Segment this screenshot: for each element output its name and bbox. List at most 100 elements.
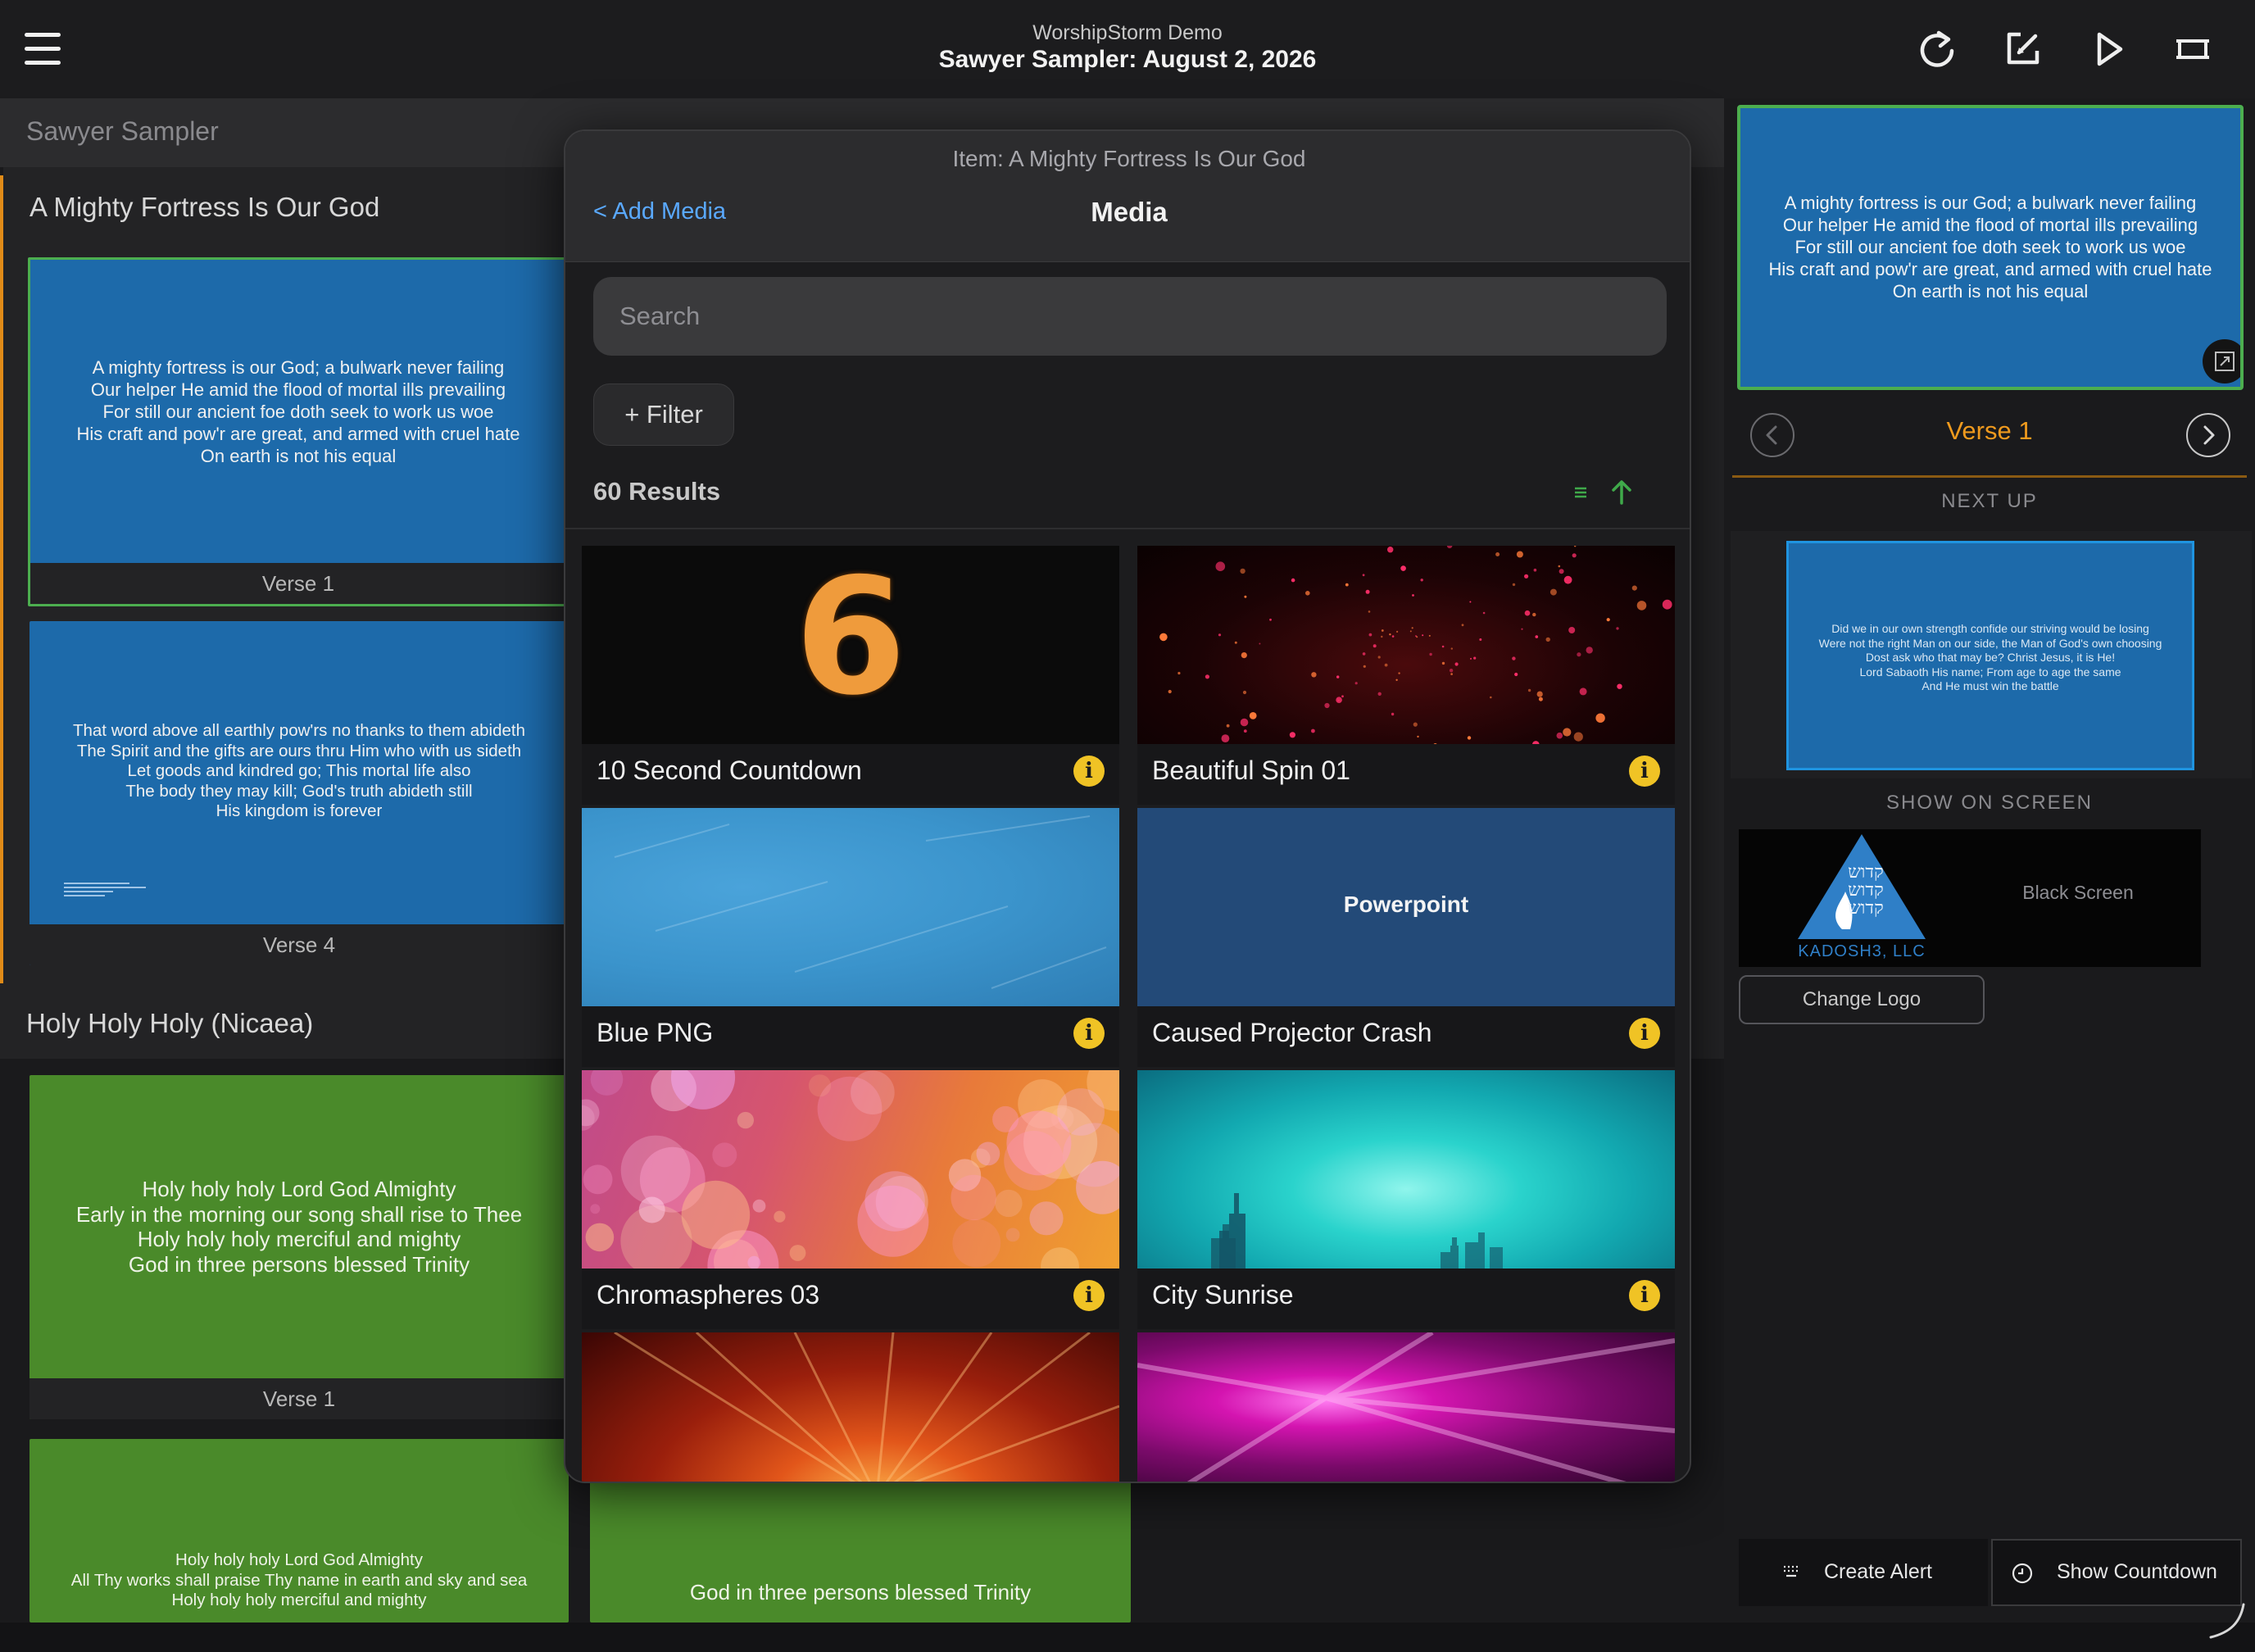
next-slide-button[interactable] — [2186, 413, 2230, 457]
slide-thumbnail[interactable]: That word above all earthly pow'rs no th… — [29, 621, 569, 965]
logo-text: KADOSH3, LLC — [1798, 942, 1926, 960]
info-icon[interactable]: i — [1073, 1280, 1105, 1311]
search-input[interactable] — [593, 277, 1667, 356]
slide-line: On earth is not his equal — [200, 446, 397, 466]
media-card[interactable]: City Sunrise i — [1137, 1070, 1675, 1329]
logo-screen-button[interactable]: קדוש קדוש קדוש KADOSH3, LLC — [1739, 829, 1985, 967]
countdown-digit: 6 — [794, 546, 907, 731]
top-bar: WorshipStorm Demo Sawyer Sampler: August… — [0, 0, 2255, 98]
media-card[interactable]: Powerpoint Caused Projector Crash i — [1137, 808, 1675, 1067]
document-title: Sawyer Sampler: August 2, 2026 — [938, 46, 1317, 73]
slide-line: Were not the right Man on our side, the … — [1818, 636, 2162, 650]
slide-line: Did we in our own strength confide our s… — [1831, 622, 2149, 635]
slide-line: Holy holy holy Lord God Almighty — [175, 1550, 423, 1569]
results-count: 60 Results — [593, 477, 721, 506]
slide-thumbnail[interactable]: Holy holy holy Lord God Almighty All Thy… — [29, 1439, 569, 1622]
media-name: Caused Projector Crash — [1152, 1018, 1432, 1047]
slide-line: That word above all earthly pow'rs no th… — [72, 721, 526, 740]
create-alert-label: Create Alert — [1824, 1560, 1933, 1583]
media-thumbnail — [582, 1070, 1119, 1268]
timer-icon — [2012, 1563, 2033, 1584]
media-card[interactable]: 6 10 Second Countdown i — [582, 546, 1119, 805]
divider — [565, 528, 1690, 529]
media-card[interactable]: Chromaspheres 03 i — [582, 1070, 1119, 1329]
live-slide-preview[interactable]: A mighty fortress is our God; a bulwark … — [1737, 105, 2244, 390]
media-name: Chromaspheres 03 — [597, 1280, 820, 1309]
slide-label: Verse 1 — [30, 563, 566, 604]
slide-line: Let goods and kindred go; This mortal li… — [127, 761, 471, 780]
slide-line: Our helper He amid the flood of mortal i… — [90, 379, 506, 400]
filter-button[interactable]: + Filter — [593, 384, 734, 446]
media-thumbnail: Powerpoint — [1137, 808, 1675, 1006]
expand-icon[interactable] — [2203, 339, 2240, 384]
copyright-fineprint — [64, 880, 154, 896]
play-icon[interactable] — [2081, 23, 2134, 75]
modal-item-title: Item: A Mighty Fortress Is Our God — [952, 146, 1306, 171]
info-icon[interactable]: i — [1629, 756, 1660, 787]
info-icon[interactable]: i — [1629, 1280, 1660, 1311]
slide-line: Dost ask who that may be? Christ Jesus, … — [1865, 651, 2116, 664]
resize-handle-icon[interactable] — [2206, 1600, 2248, 1642]
media-card[interactable] — [582, 1332, 1119, 1482]
show-countdown-button[interactable]: Show Countdown — [1991, 1539, 2242, 1606]
add-media-back-button[interactable]: < Add Media — [593, 198, 726, 225]
next-slide-preview[interactable]: Did we in our own strength confide our s… — [1786, 541, 2194, 770]
slide-line: Holy holy holy merciful and mighty — [137, 1227, 461, 1251]
media-card[interactable]: Beautiful Spin 01 i — [1137, 546, 1675, 805]
slide-line: A mighty fortress is our God; a bulwark … — [1784, 193, 2197, 213]
sort-ascending-icon[interactable] — [1609, 477, 1634, 506]
slide-line: On earth is not his equal — [1892, 281, 2089, 302]
slide-thumbnail[interactable]: A mighty fortress is our God; a bulwark … — [28, 257, 569, 606]
info-icon[interactable]: i — [1629, 1018, 1660, 1049]
slide-line: All Thy works shall praise Thy name in e… — [70, 1570, 528, 1590]
slide-line: God in three persons blessed Trinity — [689, 1580, 1032, 1604]
black-screen-label: Black Screen — [2022, 882, 2134, 903]
slide-line: Holy holy holy merciful and mighty — [171, 1591, 427, 1609]
next-up-label: NEXT UP — [1941, 490, 2038, 512]
media-name: Beautiful Spin 01 — [1152, 756, 1350, 785]
edit-icon[interactable] — [1996, 23, 2049, 75]
create-alert-button[interactable]: Create Alert — [1739, 1539, 1988, 1606]
song-title[interactable]: A Mighty Fortress Is Our God — [29, 192, 379, 223]
black-screen-button[interactable]: Black Screen — [1955, 829, 2201, 967]
slide-line: A mighty fortress is our God; a bulwark … — [92, 357, 505, 378]
slide-label: Verse 1 — [29, 1378, 569, 1419]
modal-title: Media — [1091, 197, 1168, 227]
media-name: Blue PNG — [597, 1018, 714, 1047]
slide-label: Verse 4 — [29, 924, 569, 965]
slide-line: Lord Sabaoth His name; From age to age t… — [1859, 665, 2121, 678]
slide-line: The body they may kill; God's truth abid… — [125, 781, 473, 801]
media-thumbnail — [1137, 546, 1675, 744]
slide-line: Our helper He amid the flood of mortal i… — [1782, 215, 2198, 235]
logo-hebrew: קדוש קדוש קדוש — [1848, 862, 1884, 919]
slide-line: For still our ancient foe doth seek to w… — [1794, 237, 2186, 257]
keyboard-icon — [1784, 1565, 1798, 1577]
slide-line: Early in the morning our song shall rise… — [75, 1201, 523, 1227]
media-name: 10 Second Countdown — [597, 756, 862, 785]
slide-line: For still our ancient foe doth seek to w… — [102, 402, 494, 422]
media-card[interactable]: Blue PNG i — [582, 808, 1119, 1067]
slide-line: The Spirit and the gifts are ours thru H… — [76, 741, 522, 760]
slide-line: His craft and pow'r are great, and armed… — [76, 424, 520, 444]
menu-icon[interactable] — [25, 33, 61, 66]
slide-line: Holy holy holy Lord God Almighty — [142, 1177, 456, 1201]
presenter-panel: A mighty fortress is our God; a bulwark … — [1724, 98, 2255, 1622]
show-countdown-label: Show Countdown — [2057, 1560, 2217, 1583]
divider — [1732, 475, 2247, 478]
refresh-icon[interactable] — [1911, 23, 1963, 75]
slide-line: And He must win the battle — [1922, 679, 2059, 692]
list-view-icon[interactable] — [1570, 482, 1591, 503]
screen-icon[interactable] — [2167, 23, 2219, 75]
app-title: WorshipStorm Demo — [1032, 21, 1223, 44]
slide-thumbnail[interactable]: Holy holy holy Lord God Almighty Early i… — [29, 1075, 569, 1419]
media-modal: Item: A Mighty Fortress Is Our God < Add… — [564, 129, 1691, 1483]
change-logo-button[interactable]: Change Logo — [1739, 975, 1985, 1024]
media-thumbnail — [1137, 1070, 1675, 1268]
slide-line: God in three persons blessed Trinity — [128, 1251, 470, 1277]
info-icon[interactable]: i — [1073, 1018, 1105, 1049]
media-card[interactable] — [1137, 1332, 1675, 1482]
show-on-screen-label: SHOW ON SCREEN — [1885, 792, 2093, 814]
song-title[interactable]: Holy Holy Holy (Nicaea) — [26, 1008, 313, 1039]
info-icon[interactable]: i — [1073, 756, 1105, 787]
current-verse-label: Verse 1 — [1946, 416, 2033, 445]
